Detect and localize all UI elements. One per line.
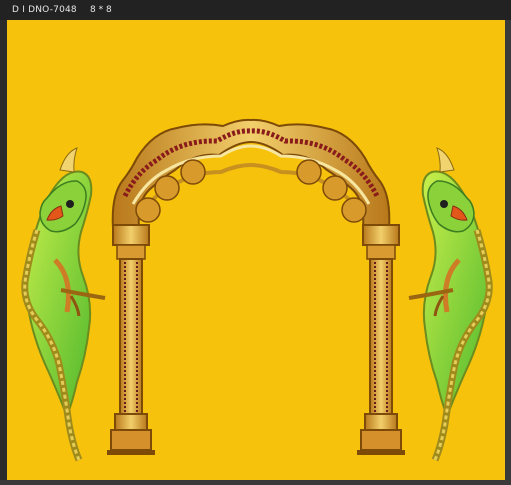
embroidery-artwork	[21, 118, 493, 462]
left-pillar-icon	[107, 224, 155, 455]
design-file-name: D I DNO-7048	[12, 5, 77, 15]
right-parrot-icon	[408, 147, 493, 462]
vertical-scrollbar[interactable]	[505, 20, 511, 485]
arch-icon	[107, 118, 405, 455]
horizontal-scrollbar[interactable]	[0, 480, 511, 485]
right-pillar-icon	[357, 224, 405, 455]
left-parrot-icon	[21, 147, 106, 462]
design-viewer-window: D I DNO-7048 8 * 8	[0, 0, 511, 485]
design-canvas[interactable]	[7, 20, 506, 481]
design-size-label: 8 * 8	[90, 5, 112, 15]
title-bar: D I DNO-7048 8 * 8	[0, 0, 511, 20]
